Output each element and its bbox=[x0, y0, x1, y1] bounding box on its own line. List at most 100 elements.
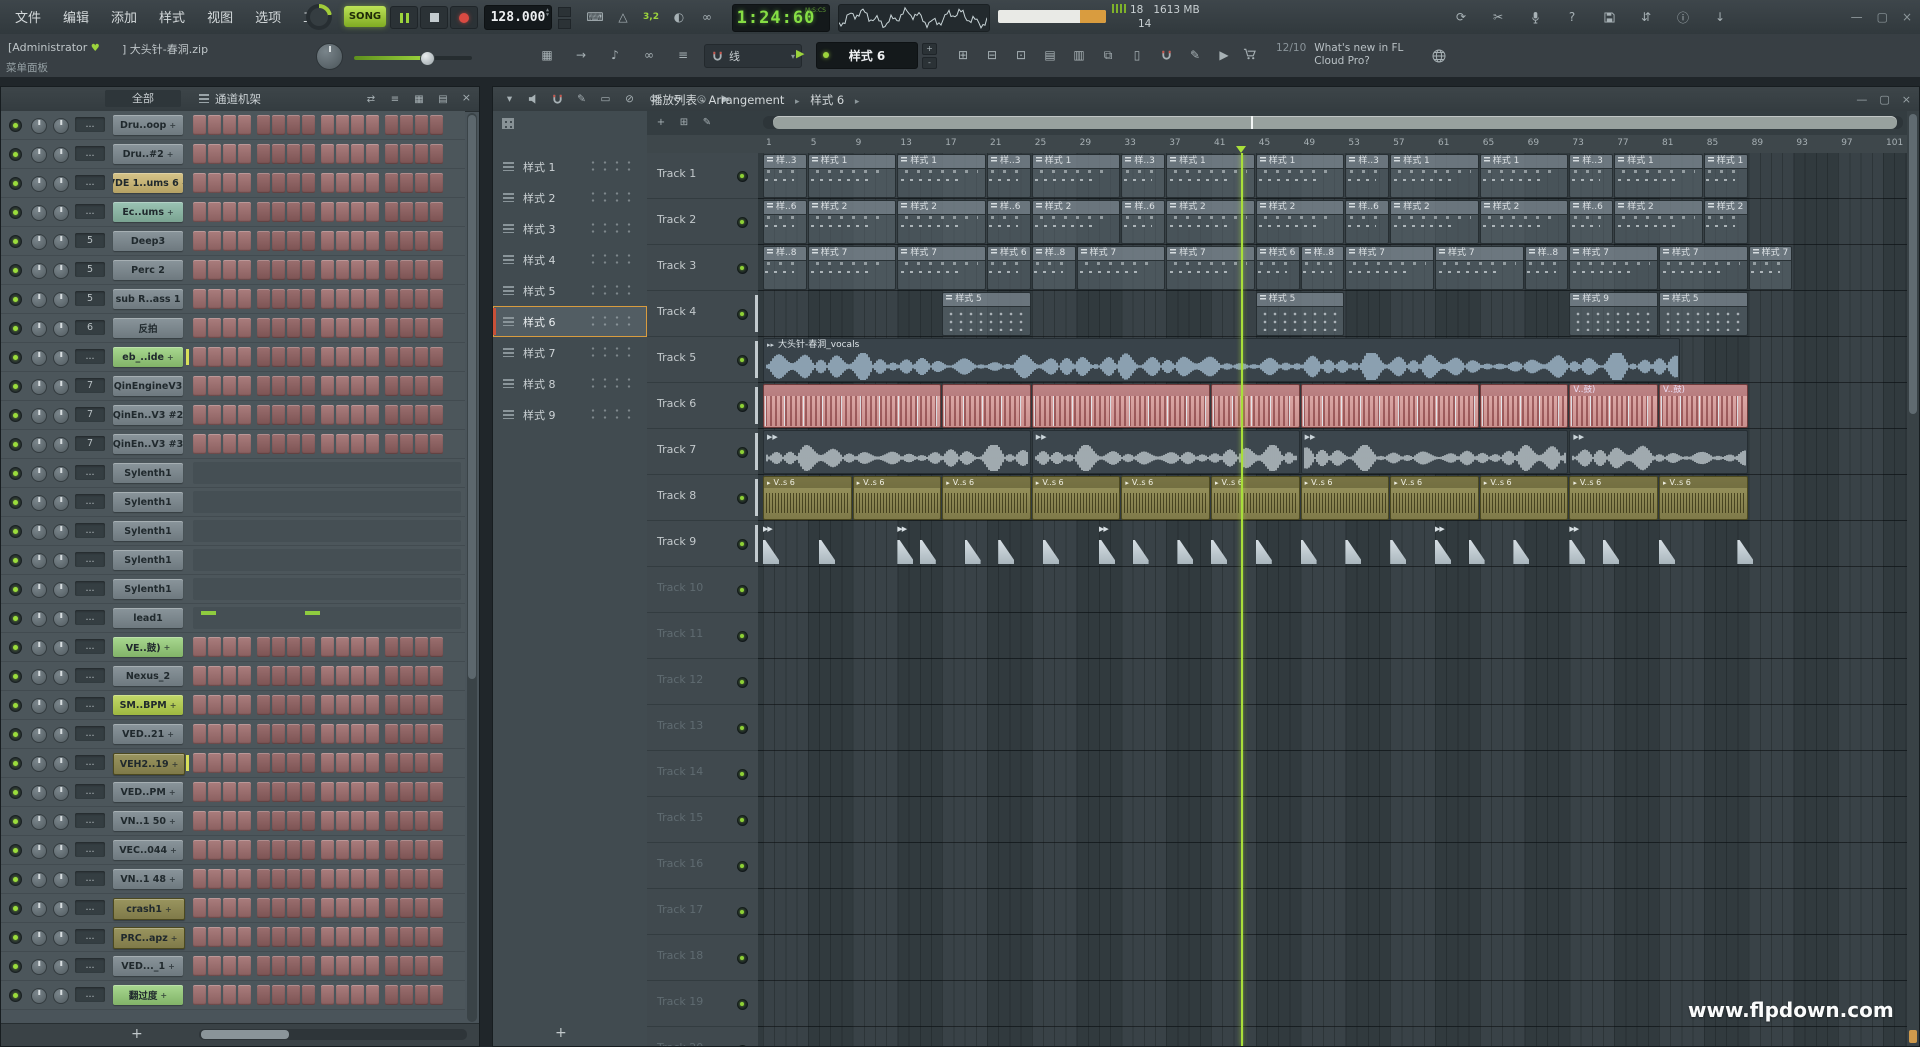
step-cell[interactable] bbox=[257, 144, 270, 164]
step-cell[interactable] bbox=[366, 231, 379, 251]
maximize-button[interactable]: ▢ bbox=[1877, 10, 1888, 24]
step-cell[interactable] bbox=[415, 231, 428, 251]
play-pause-button[interactable] bbox=[390, 6, 418, 29]
step-cell[interactable] bbox=[321, 782, 334, 802]
sample-clip[interactable]: V..s 6 bbox=[1659, 476, 1748, 520]
step-cell[interactable] bbox=[238, 927, 251, 947]
step-cell[interactable] bbox=[193, 231, 206, 251]
paint-small-icon[interactable]: ✎ bbox=[699, 115, 715, 130]
step-cell[interactable] bbox=[351, 927, 364, 947]
step-cell[interactable] bbox=[400, 434, 413, 454]
channel-volume-knob[interactable] bbox=[53, 263, 69, 279]
step-cell[interactable] bbox=[223, 956, 236, 976]
audio-wave-clip[interactable]: ▶▶ bbox=[763, 430, 1031, 474]
step-cell[interactable] bbox=[272, 956, 285, 976]
step-cell[interactable] bbox=[193, 318, 206, 338]
step-cell[interactable] bbox=[366, 637, 379, 657]
channel-pan-knob[interactable] bbox=[31, 292, 47, 308]
step-cell[interactable] bbox=[302, 318, 315, 338]
sample-clip[interactable]: V..s 6 bbox=[1121, 476, 1210, 520]
channel-rack-hscrollbar[interactable] bbox=[199, 1029, 467, 1040]
step-cell[interactable] bbox=[302, 840, 315, 860]
channel-volume-knob[interactable] bbox=[53, 611, 69, 627]
step-cell[interactable] bbox=[223, 289, 236, 309]
step-cell[interactable] bbox=[238, 202, 251, 222]
step-cell[interactable] bbox=[430, 376, 443, 396]
step-cell[interactable] bbox=[223, 260, 236, 280]
channel-mute-led[interactable] bbox=[9, 351, 22, 364]
track-header[interactable]: Track 17 bbox=[647, 889, 758, 935]
step-cell[interactable] bbox=[223, 985, 236, 1005]
pattern-selector-display[interactable]: 样式 6 bbox=[816, 42, 918, 69]
step-cell[interactable] bbox=[415, 318, 428, 338]
step-cell[interactable] bbox=[430, 115, 443, 135]
channel-piano-preview[interactable] bbox=[193, 549, 461, 571]
clipboard-icon[interactable]: ▯ bbox=[1126, 45, 1148, 65]
menu-item[interactable]: 视图 bbox=[196, 2, 244, 36]
step-cell[interactable] bbox=[287, 782, 300, 802]
save-icon[interactable] bbox=[1598, 7, 1620, 27]
step-cell[interactable] bbox=[272, 869, 285, 889]
channel-button[interactable]: Sylenth1 bbox=[113, 579, 183, 599]
step-cell[interactable] bbox=[385, 405, 398, 425]
step-cell[interactable] bbox=[302, 695, 315, 715]
pattern-clip[interactable]: 样式 1 bbox=[1704, 154, 1748, 198]
audio-clip[interactable]: 大头针-春洞_vocals bbox=[763, 338, 1680, 382]
step-cell[interactable] bbox=[430, 173, 443, 193]
audio-oneshot-clip[interactable] bbox=[819, 534, 837, 566]
audio-wave-clip[interactable]: ▶▶ bbox=[1032, 430, 1300, 474]
step-cell[interactable] bbox=[272, 202, 285, 222]
project-file-label[interactable]: ] 大头针-春洞.zip bbox=[122, 41, 208, 57]
song-mode-button[interactable]: SONG bbox=[344, 6, 386, 27]
channel-mute-led[interactable] bbox=[9, 380, 22, 393]
step-cell[interactable] bbox=[351, 782, 364, 802]
step-cell[interactable] bbox=[336, 695, 349, 715]
step-cell[interactable] bbox=[351, 115, 364, 135]
channel-target-display[interactable]: 5 bbox=[75, 262, 105, 277]
pattern-clip[interactable]: 样..6 bbox=[1569, 200, 1613, 244]
pattern-clip[interactable]: 样式 7 bbox=[1659, 246, 1748, 290]
zoom-corner-button[interactable] bbox=[1909, 1030, 1917, 1043]
step-cell[interactable] bbox=[208, 405, 221, 425]
pattern-item[interactable]: 样式 2 bbox=[493, 182, 647, 213]
metronome-icon[interactable]: △ bbox=[612, 7, 634, 27]
audio-wave-clip[interactable]: ▶▶ bbox=[1301, 430, 1569, 474]
channel-mute-led[interactable] bbox=[9, 728, 22, 741]
step-cell[interactable] bbox=[208, 985, 221, 1005]
channel-mute-led[interactable] bbox=[9, 496, 22, 509]
pattern-clip[interactable]: 样..6 bbox=[1345, 200, 1389, 244]
step-cell[interactable] bbox=[400, 318, 413, 338]
pattern-clip[interactable]: 样式 7 bbox=[1749, 246, 1793, 290]
pattern-picker-icon[interactable] bbox=[502, 118, 514, 129]
step-cell[interactable] bbox=[238, 318, 251, 338]
step-cell[interactable] bbox=[257, 956, 270, 976]
channel-button[interactable]: Sylenth1 bbox=[113, 521, 183, 541]
pattern-clip[interactable]: 样式 5 bbox=[1256, 292, 1345, 336]
pattern-item[interactable]: 样式 8 bbox=[493, 368, 647, 399]
pattern-song-stack[interactable] bbox=[558, 7, 570, 31]
channel-mute-led[interactable] bbox=[9, 960, 22, 973]
channel-target-display[interactable]: 6 bbox=[75, 320, 105, 335]
shop-cart-icon[interactable] bbox=[1238, 44, 1260, 64]
step-cell[interactable] bbox=[272, 347, 285, 367]
step-cell[interactable] bbox=[208, 956, 221, 976]
audio-oneshot-clip[interactable] bbox=[920, 534, 938, 566]
track-header[interactable]: Track 19 bbox=[647, 981, 758, 1027]
track-led[interactable] bbox=[737, 723, 748, 734]
step-cell[interactable] bbox=[385, 231, 398, 251]
step-cell[interactable] bbox=[257, 202, 270, 222]
pattern-item[interactable]: 样式 4 bbox=[493, 244, 647, 275]
channel-volume-knob[interactable] bbox=[53, 698, 69, 714]
audio-oneshot-clip[interactable] bbox=[1513, 534, 1531, 566]
pattern-clip[interactable]: 样式 7 bbox=[808, 246, 897, 290]
step-cell[interactable] bbox=[257, 927, 270, 947]
step-cell[interactable] bbox=[336, 231, 349, 251]
step-cell[interactable] bbox=[400, 376, 413, 396]
step-cell[interactable] bbox=[238, 376, 251, 396]
channel-mute-led[interactable] bbox=[9, 554, 22, 567]
step-cell[interactable] bbox=[336, 956, 349, 976]
pattern-clip[interactable]: 样..6 bbox=[763, 200, 807, 244]
step-cell[interactable] bbox=[302, 202, 315, 222]
timeline-ruler[interactable]: 1591317212529333741454953576165697377818… bbox=[647, 135, 1907, 154]
step-cell[interactable] bbox=[351, 405, 364, 425]
